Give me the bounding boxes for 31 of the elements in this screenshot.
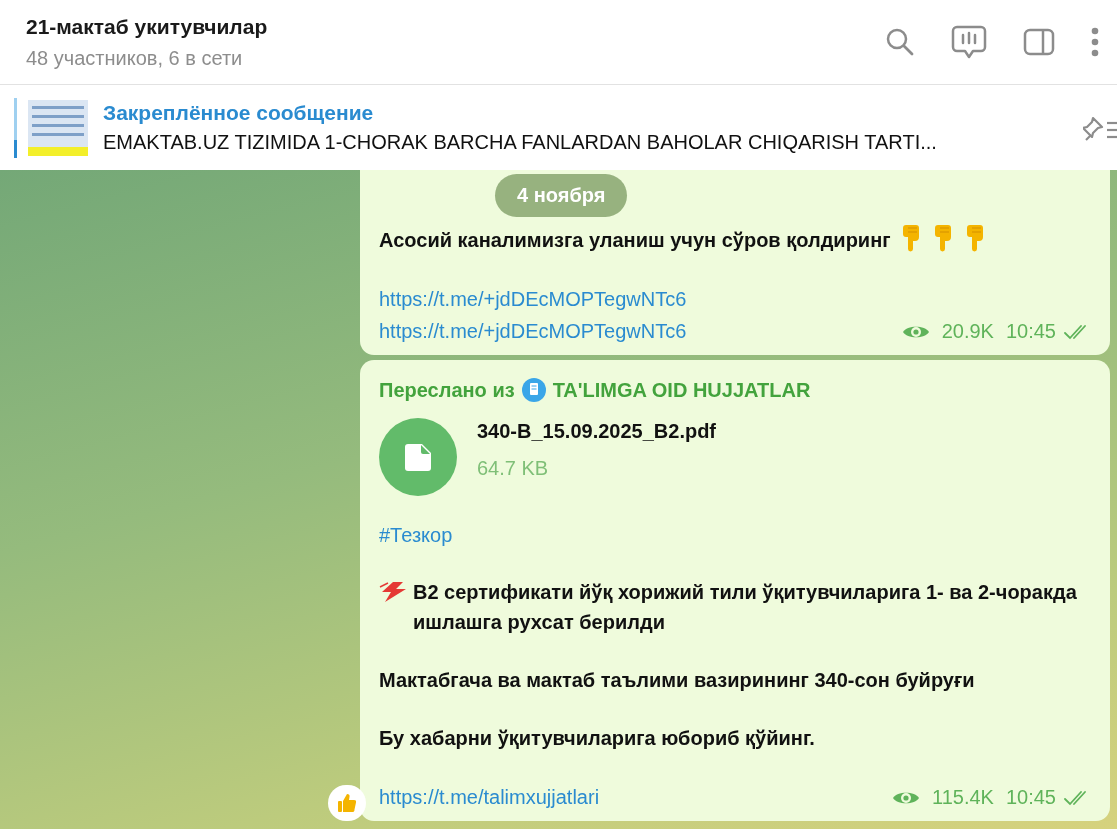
member-count: 48 участников, 6 в сети [26,46,244,70]
view-count: 20.9K [941,320,994,343]
view-count: 115.4K [932,786,994,809]
file-size: 64.7 KB [477,457,550,480]
message-link[interactable]: https://t.me/+jdDEcMOPTegwNTc6 [379,315,687,347]
message-link[interactable]: https://t.me/talimxujjatlari [379,781,600,813]
channel-name[interactable]: TA'LIMGA OID HUJJATLAR [552,378,811,402]
channel-avatar-icon [521,378,546,402]
sidebar-toggle-icon[interactable] [1023,28,1055,56]
file-name[interactable]: 340-B_15.09.2025_B2.pdf [477,420,717,443]
file-icon[interactable] [379,418,457,496]
message-text: B2 сертификати йўқ хорижий тили ўқитувчиларига 1- ва 2-чоракда ишлашга рухсат берилди [413,580,1078,635]
chat-title: 21-мактаб укитувчилар [26,14,268,39]
message-text: Мактабгача ва мактаб таълими вазирининг 340-сон буйруғи [379,669,975,691]
discussion-icon[interactable] [951,25,987,59]
thumbs-up-reaction-button[interactable] [328,785,366,821]
more-options-icon[interactable] [1091,27,1099,57]
message-text: Бу хабарни ўқитувчиларига юбориб қўйинг. [379,727,815,749]
forwarded-label: Переслано из [379,378,515,402]
pinned-list-icon[interactable] [1083,115,1117,143]
pinned-text: EMAKTAB.UZ TIZIMIDA 1-CHORAK BARCHA FANLARDAN BAHOLAR CHIQARISH TARTI... [103,131,938,154]
pinned-label: Закреплённое сообщение [103,101,375,125]
message-link[interactable]: https://t.me/+jdDEcMOPTegwNTc6 [379,283,687,315]
date-badge: 4 ноября [495,174,628,217]
message-time: 10:45 [1005,786,1056,809]
thumbs-up-icon [336,792,358,814]
message-text: Асосий каналимизга уланиш учун сўров қолдиринг [379,229,891,251]
document-thumbnail [28,99,88,156]
hashtag-link[interactable]: #Тезкор [379,524,1090,547]
search-icon[interactable] [885,27,915,57]
message-time: 10:45 [1005,320,1056,343]
